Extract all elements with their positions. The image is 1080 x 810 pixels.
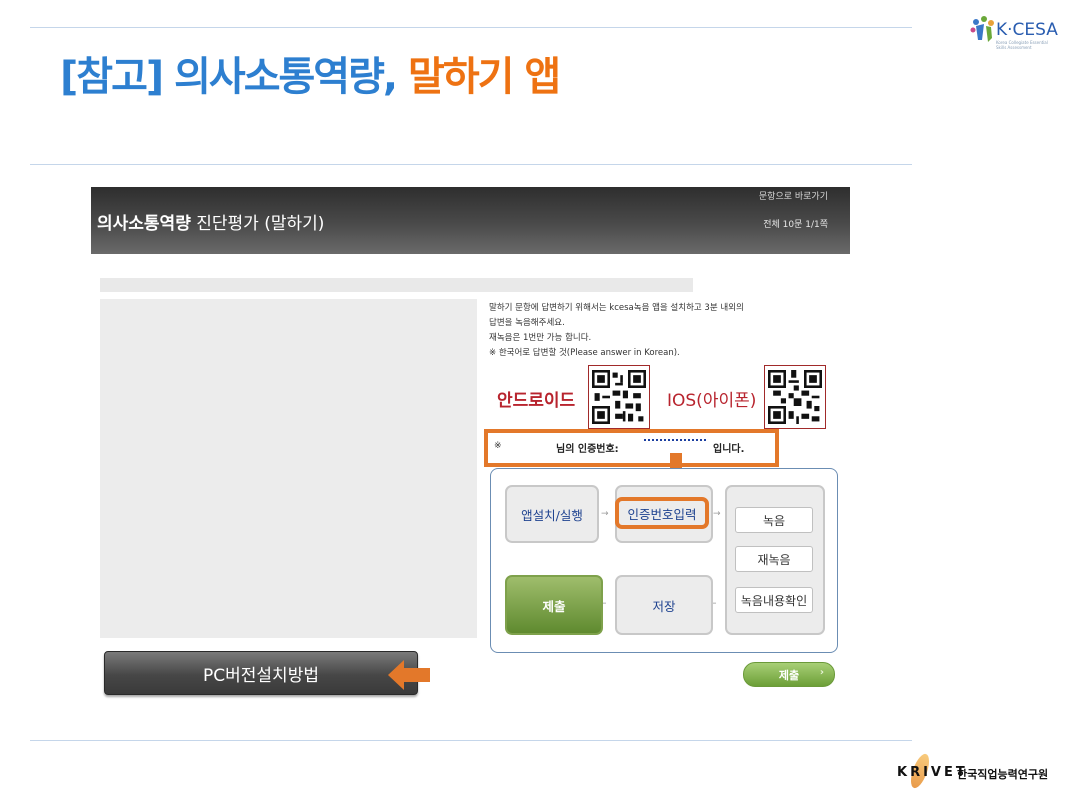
chevron-right-icon: › <box>819 667 824 678</box>
qr-code-icon <box>592 370 646 424</box>
kcesa-logo-text: K·CESA <box>996 20 1058 40</box>
arrow-right-icon: → <box>601 509 609 519</box>
question-bar <box>100 278 693 292</box>
slide-title: [참고] 의사소통역량, 말하기 앱 <box>60 44 561 102</box>
title-blue-part: [참고] 의사소통역량, <box>60 54 398 100</box>
flow-diagram: 앱설치/실행 → 인증번호입력 → 녹음 재녹음 녹음내용확인 ← 저장 ← 제… <box>490 468 838 653</box>
instructions: 말하기 문항에 답변하기 위해서는 kcesa녹음 앱을 설치하고 3분 내외의… <box>489 301 849 361</box>
auth-middle-text: 님의 인증번호: <box>556 444 619 455</box>
app-title: 의사소통역량 진단평가 (말하기) <box>97 209 324 234</box>
flow-auth-input: 인증번호입력 <box>615 497 709 529</box>
app-title-rest: 진단평가 (말하기) <box>196 214 325 234</box>
android-label: 안드로이드 <box>497 391 576 411</box>
app-title-bold: 의사소통역량 <box>97 214 191 234</box>
footer-rule <box>30 740 912 741</box>
qr-code-icon <box>768 370 822 424</box>
instruction-line: 재녹음은 1번만 가능 합니다. <box>489 333 592 343</box>
kcesa-figures-icon <box>970 16 994 42</box>
arrow-right-icon: → <box>713 509 721 519</box>
kcesa-logo-subtext: Korea Collegiate Essential Skills Assess… <box>996 40 1048 50</box>
instruction-line: ※ 한국어로 답변할 것(Please answer in Korean). <box>489 348 680 358</box>
krivet-institute-name: 한국직업능력연구원 <box>957 768 1049 781</box>
arrow-left-icon <box>388 660 430 690</box>
submit-button[interactable]: 제출 › <box>743 662 835 687</box>
flow-install-app: 앱설치/실행 <box>505 485 599 543</box>
jump-to-question-link[interactable]: 문항으로 바로가기 <box>759 189 828 202</box>
auth-number-masked <box>644 439 706 443</box>
flow-save: 저장 <box>615 575 713 635</box>
header-rule <box>30 164 912 165</box>
pc-install-guide-button[interactable]: PC버전설치방법 <box>104 651 418 695</box>
instruction-line: 답변을 녹음해주세요. <box>489 318 565 328</box>
progress-text: 전체 10문 1/1쪽 <box>763 220 828 230</box>
flow-submit: 제출 <box>505 575 603 635</box>
auth-number-notice: ※ 님의 인증번호: 입니다. <box>484 429 779 467</box>
auth-prefix: ※ <box>494 441 502 451</box>
flow-confirm: 녹음내용확인 <box>735 587 813 613</box>
ios-label: IOS(아이폰) <box>667 391 757 411</box>
app-header: 의사소통역량 진단평가 (말하기) 문항으로 바로가기 전체 10문 1/1쪽 <box>91 187 850 254</box>
title-orange-part: 말하기 앱 <box>408 54 561 100</box>
instruction-line: 말하기 문항에 답변하기 위해서는 kcesa녹음 앱을 설치하고 3분 내외의 <box>489 303 744 313</box>
submit-button-label: 제출 <box>778 668 800 682</box>
question-panel <box>100 299 477 638</box>
flow-record: 녹음 <box>735 507 813 533</box>
krivet-logo: KRIVET 한국직업능력연구원 <box>897 751 1057 793</box>
auth-suffix: 입니다. <box>713 444 745 455</box>
top-rule <box>30 27 912 28</box>
ios-qr-code[interactable] <box>764 365 826 429</box>
kcesa-logo: K·CESA Korea Collegiate Essential Skills… <box>968 12 1068 56</box>
flow-rerecord: 재녹음 <box>735 546 813 572</box>
android-qr-code[interactable] <box>588 365 650 429</box>
